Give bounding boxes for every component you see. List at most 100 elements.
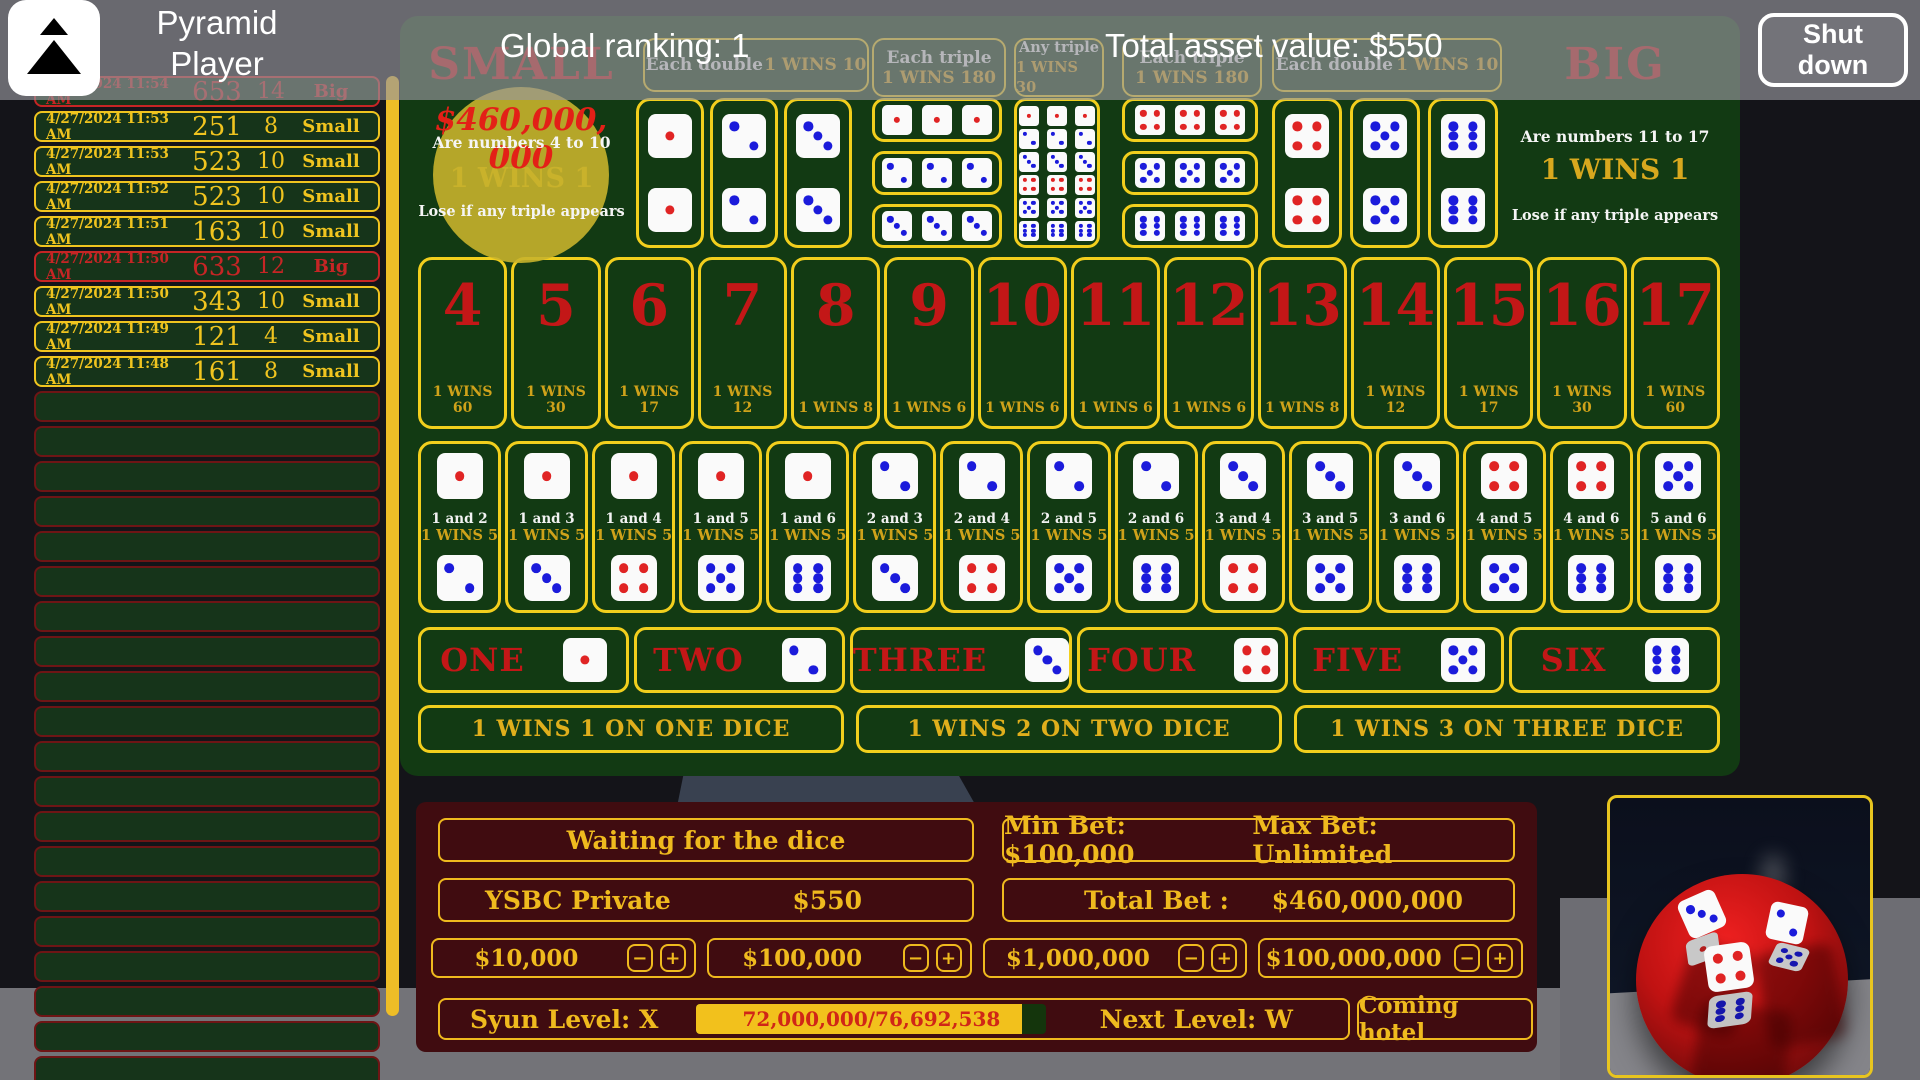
chip-plus-button[interactable]: +: [1211, 944, 1238, 972]
die-4-icon: [1285, 114, 1329, 158]
bet-pair-2-6[interactable]: 2 and 61 WINS 5: [1114, 441, 1198, 613]
chip-plus-button[interactable]: +: [935, 944, 962, 972]
pip: [933, 116, 941, 124]
total-number: 4: [442, 272, 483, 339]
bet-any-triple[interactable]: [1014, 98, 1100, 248]
bet-single-six[interactable]: SIX: [1509, 627, 1721, 693]
bet-total-7[interactable]: 7 1 WINS 12: [697, 257, 788, 429]
die-4-icon: [1220, 555, 1267, 601]
bet-total-14[interactable]: 14 1 WINS 12: [1350, 257, 1441, 429]
bet-pair-1-2[interactable]: 1 and 21 WINS 5: [418, 441, 502, 613]
chip-minus-button[interactable]: −: [1454, 944, 1480, 972]
bet-double-4[interactable]: [1272, 98, 1342, 248]
chip-plus-button[interactable]: +: [1487, 944, 1513, 972]
bet-double-2[interactable]: [710, 98, 778, 248]
app-title-line1: Pyramid: [156, 4, 278, 41]
bet-pair-4-6[interactable]: 4 and 61 WINS 5: [1549, 441, 1633, 613]
history-scrollbar[interactable]: [386, 76, 399, 1016]
bet-total-9[interactable]: 9 1 WINS 6: [884, 257, 974, 429]
pip: [1153, 229, 1160, 236]
bet-pair-3-4[interactable]: 3 and 41 WINS 5: [1201, 441, 1285, 613]
coming-hotel-button[interactable]: Coming hotel: [1357, 992, 1533, 1046]
chip-minus-button[interactable]: −: [626, 944, 653, 972]
bet-total-8[interactable]: 8 1 WINS 8: [791, 257, 881, 429]
pip: [1261, 665, 1271, 675]
bet-single-three[interactable]: THREE: [849, 627, 1073, 693]
chip-plus-button[interactable]: +: [659, 944, 686, 972]
die-4-icon: [610, 555, 657, 601]
bet-single-four[interactable]: FOUR: [1077, 627, 1289, 693]
bet-triple-3[interactable]: [872, 204, 1002, 248]
pairs-row: 1 and 21 WINS 51 and 31 WINS 51 and 41 W…: [418, 441, 1720, 613]
bet-total-13[interactable]: 13 1 WINS 8: [1257, 257, 1347, 429]
history-htotal: 10: [257, 219, 285, 244]
pip: [813, 205, 823, 215]
bet-pair-1-4[interactable]: 1 and 41 WINS 5: [592, 441, 676, 613]
die-6-icon: [784, 555, 831, 601]
bet-triple-5[interactable]: [1122, 151, 1258, 195]
die-3-icon: [796, 114, 840, 158]
pip: [890, 573, 900, 583]
bet-double-3[interactable]: [784, 98, 852, 248]
pip: [1233, 229, 1240, 236]
bet-pair-2-3[interactable]: 2 and 31 WINS 5: [853, 441, 937, 613]
bet-single-two[interactable]: TWO: [633, 627, 845, 693]
bet-pair-1-3[interactable]: 1 and 31 WINS 5: [505, 441, 589, 613]
pip: [1402, 583, 1412, 593]
bet-pair-3-5[interactable]: 3 and 51 WINS 5: [1288, 441, 1372, 613]
bet-triple-4[interactable]: [1122, 98, 1258, 142]
chip-100000000[interactable]: $100,000,000− +: [1258, 938, 1523, 978]
die-2-icon: [722, 188, 766, 232]
bet-double-6[interactable]: [1428, 98, 1498, 248]
bet-pair-4-5[interactable]: 4 and 51 WINS 5: [1462, 441, 1546, 613]
pip: [1708, 912, 1720, 924]
bet-pair-5-6[interactable]: 5 and 61 WINS 5: [1636, 441, 1720, 613]
pair-text: 2 and 61 WINS 5: [1118, 511, 1195, 544]
pip: [1509, 481, 1520, 491]
pip: [1576, 481, 1587, 491]
pip: [823, 141, 833, 151]
bet-single-one[interactable]: ONE: [418, 627, 629, 693]
die-3-icon: [1075, 151, 1095, 172]
bet-triple-2[interactable]: [872, 151, 1002, 195]
die-1-icon: [610, 453, 657, 499]
bet-total-4[interactable]: 4 1 WINS 60: [418, 257, 508, 429]
die-4-icon: [1135, 105, 1165, 135]
bet-total-10[interactable]: 10 1 WINS 6: [977, 257, 1067, 429]
chip-100000[interactable]: $100,000 − +: [706, 938, 972, 978]
bet-pair-2-5[interactable]: 2 and 51 WINS 5: [1027, 441, 1111, 613]
pip: [1031, 201, 1036, 206]
pip: [1489, 563, 1499, 573]
shutdown-button[interactable]: Shut down: [1758, 13, 1908, 87]
history-htime: 4/27/2024 11:50 AM: [46, 250, 169, 283]
die-3-icon: [796, 188, 840, 232]
pip: [1180, 123, 1187, 130]
chip-minus-button[interactable]: −: [1178, 944, 1205, 972]
history-row-empty: [34, 531, 380, 562]
bet-total-12[interactable]: 12 1 WINS 6: [1164, 257, 1254, 429]
pip: [1186, 169, 1194, 177]
pip: [1074, 481, 1084, 491]
bet-pair-1-6[interactable]: 1 and 61 WINS 5: [766, 441, 850, 613]
bet-total-5[interactable]: 5 1 WINS 30: [511, 257, 601, 429]
chip-10000[interactable]: $10,000 − +: [431, 938, 696, 978]
bet-double-5[interactable]: [1350, 98, 1420, 248]
pair-label: 5 and 6: [1650, 510, 1707, 527]
bet-total-16[interactable]: 16 1 WINS 30: [1537, 257, 1627, 429]
chip-1000000[interactable]: $1,000,000− +: [982, 938, 1248, 978]
bet-pair-2-4[interactable]: 2 and 41 WINS 5: [940, 441, 1024, 613]
bet-total-15[interactable]: 15 1 WINS 17: [1444, 257, 1534, 429]
bet-triple-6[interactable]: [1122, 204, 1258, 248]
bet-single-five[interactable]: FIVE: [1293, 627, 1505, 693]
chip-minus-button[interactable]: −: [902, 944, 929, 972]
pair-text: 2 and 51 WINS 5: [1030, 511, 1107, 544]
bet-pair-3-6[interactable]: 3 and 61 WINS 5: [1375, 441, 1459, 613]
bet-total-11[interactable]: 11 1 WINS 6: [1070, 257, 1161, 429]
bet-triple-1[interactable]: [872, 98, 1002, 142]
pip: [1161, 481, 1171, 491]
bet-pair-1-5[interactable]: 1 and 51 WINS 5: [679, 441, 763, 613]
bet-total-17[interactable]: 17 1 WINS 60: [1630, 257, 1720, 429]
bet-double-1[interactable]: [636, 98, 704, 248]
app-logo[interactable]: [8, 0, 100, 96]
bet-total-6[interactable]: 6 1 WINS 17: [604, 257, 694, 429]
